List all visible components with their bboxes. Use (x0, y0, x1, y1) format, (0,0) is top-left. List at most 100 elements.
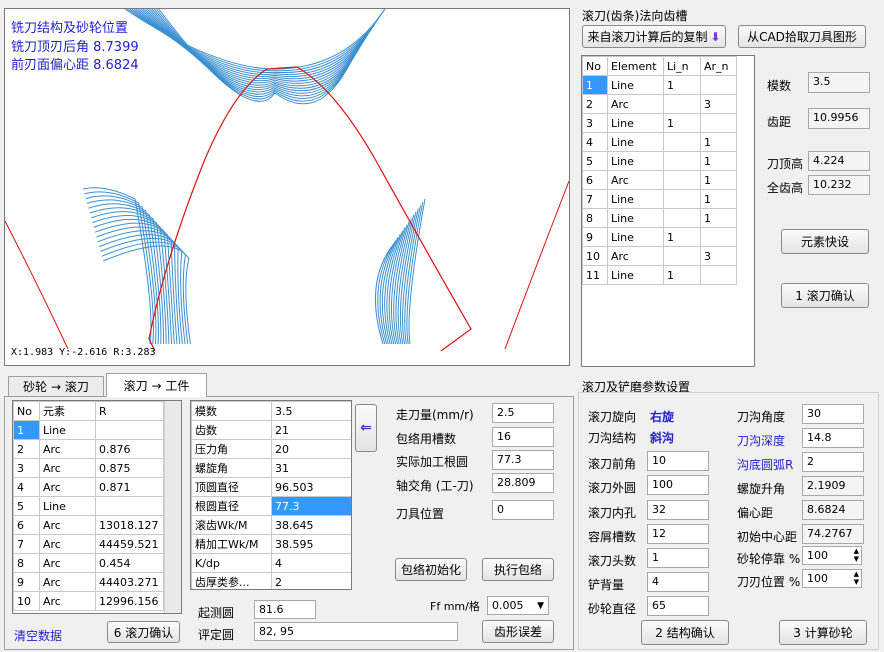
calculate-wheel-button[interactable]: 3 计算砂轮 (779, 620, 867, 645)
copy-from-hob-button[interactable]: 来自滚刀计算后的复制 ⬇ (582, 25, 726, 48)
element-table-row[interactable]: 7 Arc 44459.521 (13, 534, 164, 554)
cursor-coords: X:1.983 Y:-2.616 R:3.283 (11, 347, 156, 358)
arrow-down-icon: ⬇ (710, 29, 721, 44)
hob-table-row[interactable]: 6 Arc 1 (582, 170, 737, 190)
relief-amount-field[interactable]: 4 (647, 572, 709, 592)
hob-rake-field[interactable]: 10 (647, 451, 709, 471)
param-row[interactable]: K/dp 4 (191, 553, 351, 573)
feed-field[interactable]: 2.5 (492, 403, 554, 423)
hob-confirm-6-button[interactable]: 6 滚刀确认 (107, 621, 180, 643)
element-table-row[interactable]: 1 Line (13, 420, 164, 440)
pitch-field[interactable]: 10.9956 (808, 108, 870, 129)
hob-outer-field[interactable]: 100 (647, 475, 709, 495)
module-field[interactable]: 3.5 (808, 72, 870, 93)
env-slots-field[interactable]: 16 (492, 427, 554, 447)
hob-table-row[interactable]: 5 Line 1 (582, 151, 737, 171)
gear-params-table[interactable]: 模数 3.5 齿数 21 压力角 20 螺旋角 31 顶圆直径 96.503 根圆直径 77.3 滚齿W… (190, 400, 352, 590)
pitch-label: 齿距 (767, 115, 792, 129)
element-table-row[interactable]: 6 Arc 13018.127 (13, 515, 164, 535)
tab-hob-to-workpiece[interactable]: 滚刀 → 工件 (106, 373, 207, 397)
actual-root-field[interactable]: 77.3 (492, 450, 554, 470)
element-table-row[interactable]: 4 Arc 0.871 (13, 477, 164, 497)
param-row[interactable]: 齿厚类参... 2 (191, 572, 351, 589)
edge-position-value: 100 (807, 572, 828, 585)
element-table-header: No 元素 R (13, 401, 164, 421)
axis-angle-field[interactable]: 28.809 (492, 473, 554, 493)
flute-bottom-arc-field[interactable]: 2 (802, 452, 864, 472)
tooth-profile-left (5, 220, 69, 350)
element-table-row[interactable]: 3 Arc 0.875 (13, 458, 164, 478)
structure-confirm-button[interactable]: 2 结构确认 (641, 620, 729, 645)
lead-angle-field[interactable]: 2.1909 (802, 476, 864, 496)
arrow-left-icon: ⇐ (360, 420, 372, 436)
wheel-stop-spinner[interactable]: 100 ▲ ▼ (802, 546, 862, 565)
hob-element-table[interactable]: No Element Li_n Ar_n 1 Line 1 2 Arc 3 3 Line 1 4 L… (581, 55, 755, 367)
spinner-arrows-icon[interactable]: ▲ ▼ (854, 570, 859, 586)
flute-bottom-arc-label: 沟底圆弧R (737, 458, 794, 472)
param-row[interactable]: 螺旋角 31 (191, 458, 351, 478)
element-list-scrollbar[interactable] (164, 401, 181, 613)
tooth-profile-right (504, 180, 569, 350)
param-row[interactable]: 顶圆直径 96.503 (191, 477, 351, 497)
execute-envelope-button[interactable]: 执行包络 (482, 558, 554, 581)
param-row[interactable]: 滚齿Wk/M 38.645 (191, 515, 351, 535)
eccentricity-field[interactable]: 8.6824 (802, 500, 864, 520)
element-table-row[interactable]: 2 Arc 0.876 (13, 439, 164, 459)
ff-select[interactable]: 0.005 ▼ (487, 596, 549, 615)
tab-wheel-to-hob[interactable]: 砂轮 → 滚刀 (8, 376, 104, 396)
hob-table-row[interactable]: 8 Line 1 (582, 208, 737, 228)
tooth-error-button[interactable]: 齿形误差 (482, 620, 554, 643)
hob-table-row[interactable]: 9 Line 1 (582, 227, 737, 247)
hob-table-row[interactable]: 4 Line 1 (582, 132, 737, 152)
wheel-stop-label: 砂轮停靠 % (737, 552, 801, 566)
eval-circle-field[interactable]: 82, 95 (254, 622, 458, 641)
flute-depth-label: 刀沟深度 (737, 434, 786, 448)
hob-table-row[interactable]: 3 Line 1 (582, 113, 737, 133)
start-circle-field[interactable]: 81.6 (254, 600, 316, 619)
envelope-init-button[interactable]: 包络初始化 (395, 558, 467, 581)
hob-table-row[interactable]: 11 Line 1 (582, 265, 737, 285)
hob-bore-field[interactable]: 32 (647, 500, 709, 520)
tool-position-field[interactable]: 0 (492, 500, 554, 520)
hob-rake-label: 滚刀前角 (588, 457, 637, 471)
envelope-curve (90, 9, 412, 345)
flute-structure-value[interactable]: 斜沟 (650, 429, 674, 446)
element-quickset-button[interactable]: 元素快设 (781, 229, 869, 254)
hob-outer-label: 滚刀外圆 (588, 481, 637, 495)
profile-plot[interactable]: 铣刀结构及砂轮位置 铣刀顶刃后角 8.7399 前刃面偏心距 8.6824 X:… (4, 8, 570, 366)
lead-angle-label: 螺旋升角 (737, 482, 786, 496)
param-row[interactable]: 模数 3.5 (191, 401, 351, 421)
element-table-row[interactable]: 9 Arc 44403.271 (13, 572, 164, 592)
param-row[interactable]: 精加工Wk/M 38.595 (191, 534, 351, 554)
initial-center-field[interactable]: 74.2767 (802, 524, 864, 544)
pick-from-cad-button[interactable]: 从CAD拾取刀具图形 (738, 25, 866, 48)
element-table-row[interactable]: 5 Line (13, 496, 164, 516)
hob-direction-label: 滚刀旋向 (588, 410, 637, 424)
hob-table-row[interactable]: 7 Line 1 (582, 189, 737, 209)
element-list-table[interactable]: No 元素 R 1 Line 2 Arc 0.876 3 Arc 0.875 4 Arc 0.871… (12, 400, 182, 614)
param-row[interactable]: 压力角 20 (191, 439, 351, 459)
transfer-left-button[interactable]: ⇐ (355, 404, 377, 452)
clear-data-link[interactable]: 清空数据 (14, 627, 62, 644)
edge-position-spinner[interactable]: 100 ▲ ▼ (802, 569, 862, 588)
hob-table-row[interactable]: 1 Line 1 (582, 75, 737, 95)
hob-confirm-button[interactable]: 1 滚刀确认 (781, 283, 869, 308)
param-row[interactable]: 根圆直径 77.3 (191, 496, 351, 516)
full-depth-field[interactable]: 10.232 (808, 175, 870, 195)
flute-depth-field[interactable]: 14.8 (802, 428, 864, 448)
param-row[interactable]: 齿数 21 (191, 420, 351, 440)
hob-table-row[interactable]: 10 Arc 3 (582, 246, 737, 266)
chip-slots-field[interactable]: 12 (647, 524, 709, 544)
axis-angle-label: 轴交角 (工-刀) (396, 479, 474, 493)
spinner-arrows-icon[interactable]: ▲ ▼ (854, 547, 859, 563)
flute-angle-field[interactable]: 30 (802, 404, 864, 424)
element-table-row[interactable]: 8 Arc 0.454 (13, 553, 164, 573)
tip-height-field[interactable]: 4.224 (808, 151, 870, 171)
hob-table-row[interactable]: 2 Arc 3 (582, 94, 737, 114)
element-table-row[interactable]: 10 Arc 12996.156 (13, 591, 164, 611)
wheel-diameter-field[interactable]: 65 (647, 596, 709, 616)
hob-direction-value[interactable]: 右旋 (650, 408, 674, 425)
hob-section-title: 滚刀(齿条)法向齿槽 (582, 9, 688, 23)
plot-line-offset: 前刃面偏心距 8.6824 (11, 58, 139, 73)
hob-starts-field[interactable]: 1 (647, 548, 709, 568)
